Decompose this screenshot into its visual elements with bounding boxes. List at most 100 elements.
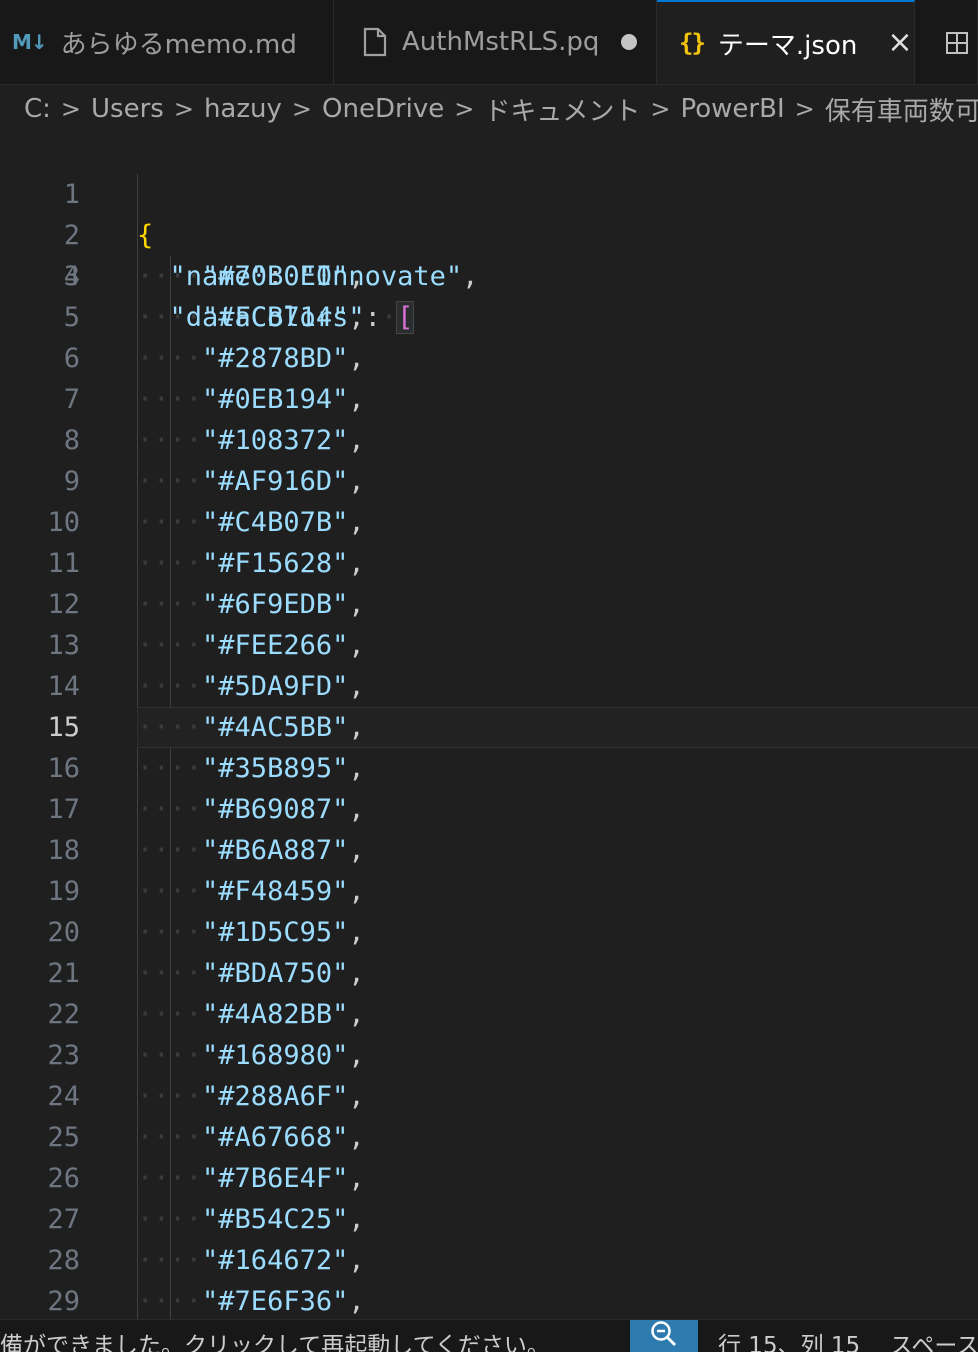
tab-theme-json[interactable]: {} テーマ.json × [657,0,915,84]
breadcrumb-item[interactable]: 保有車両数可視化 [825,91,978,128]
code-line[interactable]: 6 ····"#2878BD", [0,338,978,379]
color-value: #5DA9FD [218,671,333,702]
line-number: 26 [47,1163,80,1194]
line-number: 20 [47,917,80,948]
code-line[interactable]: 19 ····"#F48459", [0,871,978,912]
code-line[interactable]: 22 ····"#4A82BB", [0,994,978,1035]
close-icon[interactable]: × [887,28,912,58]
color-value: #4A82BB [218,999,333,1030]
breadcrumb-item[interactable]: C: [24,94,51,124]
chevron-right-icon: > [794,95,815,123]
color-value: #F48459 [218,876,333,907]
chevron-right-icon: > [291,95,312,123]
line-content: ····"#A67668", [137,1122,365,1153]
tab-label: テーマ.json [717,30,858,61]
breadcrumb-item[interactable]: OneDrive [322,94,444,124]
code-editor[interactable]: 1 { 2 ··"name":·"Innovate", 3 ··"dataCol… [0,133,978,1319]
chevron-right-icon: > [173,95,194,123]
breadcrumb-item[interactable]: ドキュメント [484,91,640,128]
tab-memo-md[interactable]: M↓ あらゆるmemo.md [0,0,334,84]
color-value: #F15628 [218,548,333,579]
breadcrumb-item[interactable]: Users [91,94,164,124]
split-editor-button[interactable] [915,0,978,84]
line-content: ····"#AF916D", [137,466,365,497]
code-line[interactable]: 2 ··"name":·"Innovate", [0,174,978,292]
code-line[interactable]: 13 ····"#FEE266", [0,625,978,666]
breadcrumb-item[interactable]: hazuy [204,94,282,124]
code-line[interactable]: 21 ····"#BDA750", [0,953,978,994]
code-line[interactable]: 25 ····"#A67668", [0,1117,978,1158]
line-number: 22 [47,999,80,1030]
line-content: ····"#164672", [137,1245,365,1276]
code-line[interactable]: 29 ····"#7E6F36", [0,1281,978,1319]
color-value: #7E6F36 [218,1286,333,1317]
line-content: ····"#108372", [137,425,365,456]
code-line[interactable]: 24 ····"#288A6F", [0,1076,978,1117]
line-content: ····"#2878BD", [137,343,365,374]
line-content: ····"#4AC5BB", [137,712,365,743]
code-line[interactable]: 16 ····"#35B895", [0,748,978,789]
code-line[interactable]: 27 ····"#B54C25", [0,1199,978,1240]
breadcrumb: C: > Users > hazuy > OneDrive > ドキュメント >… [0,85,978,133]
color-value: #FCB714 [218,302,333,333]
color-value: #108372 [218,425,333,456]
code-line[interactable]: 9 ····"#AF916D", [0,461,978,502]
code-line[interactable]: 26 ····"#7B6E4F", [0,1158,978,1199]
line-content: ····"#70B0E0", [137,261,365,292]
split-editor-icon [945,29,971,55]
tab-label: あらゆるmemo.md [60,29,297,60]
code-line[interactable]: 10 ····"#C4B07B", [0,502,978,543]
color-value: #168980 [218,1040,333,1071]
code-line[interactable]: 18 ····"#B6A887", [0,830,978,871]
line-number: 13 [47,630,80,661]
breadcrumb-item[interactable]: PowerBI [681,94,785,124]
line-content: ····"#FCB714", [137,302,365,333]
code-line[interactable]: 12 ····"#6F9EDB", [0,584,978,625]
color-value: #4AC5BB [218,712,333,743]
code-line[interactable]: 7 ····"#0EB194", [0,379,978,420]
line-content: ····"#F15628", [137,548,365,579]
zoom-out-button[interactable] [630,1320,698,1352]
code-line[interactable]: 20 ····"#1D5C95", [0,912,978,953]
code-line[interactable]: 14 ····"#5DA9FD", [0,666,978,707]
line-number: 5 [63,302,80,333]
code-line[interactable]: 23 ····"#168980", [0,1035,978,1076]
line-number: 8 [63,425,80,456]
color-value: #B6A887 [218,835,333,866]
code-line[interactable]: 3 ··"dataColors":·[ [0,215,978,334]
line-content: ····"#7B6E4F", [137,1163,365,1194]
color-value: #164672 [218,1245,333,1276]
color-value: #1D5C95 [218,917,333,948]
code-line[interactable]: 4 ····"#70B0E0", [0,256,978,297]
line-number: 9 [63,466,80,497]
status-message[interactable]: 備ができました。クリックして再起動してください。 [0,1326,550,1352]
line-number: 16 [47,753,80,784]
json-braces-icon: {} [679,29,706,57]
code-line[interactable]: 5 ····"#FCB714", [0,297,978,338]
code-line[interactable]: 17 ····"#B69087", [0,789,978,830]
tab-authmstrls-pq[interactable]: AuthMstRLS.pq [334,0,657,84]
code-line[interactable]: 1 { [0,133,978,251]
indentation-setting[interactable]: スペース: [890,1326,978,1352]
color-value: #AF916D [218,466,333,497]
line-content: ····"#168980", [137,1040,365,1071]
line-content: ····"#5DA9FD", [137,671,365,702]
color-value: #70B0E0 [218,261,333,292]
color-value: #FEE266 [218,630,333,661]
vscode-window: M↓ あらゆるmemo.md AuthMstRLS.pq {} テーマ.json… [0,0,978,1352]
code-line[interactable]: 8 ····"#108372", [0,420,978,461]
color-value: #C4B07B [218,507,333,538]
color-value: #B54C25 [218,1204,333,1235]
code-line[interactable]: 15 ····"#4AC5BB", [0,707,978,748]
line-content: ····"#FEE266", [137,630,365,661]
unsaved-dot-icon[interactable] [621,34,638,50]
line-number: 11 [47,548,80,579]
line-number: 28 [47,1245,80,1276]
line-content: ····"#B54C25", [137,1204,365,1235]
line-number: 23 [47,1040,80,1071]
cursor-position[interactable]: 行 15、列 15 [718,1326,860,1352]
color-value: #BDA750 [218,958,333,989]
markdown-icon: M↓ [12,30,48,54]
code-line[interactable]: 28 ····"#164672", [0,1240,978,1281]
code-line[interactable]: 11 ····"#F15628", [0,543,978,584]
